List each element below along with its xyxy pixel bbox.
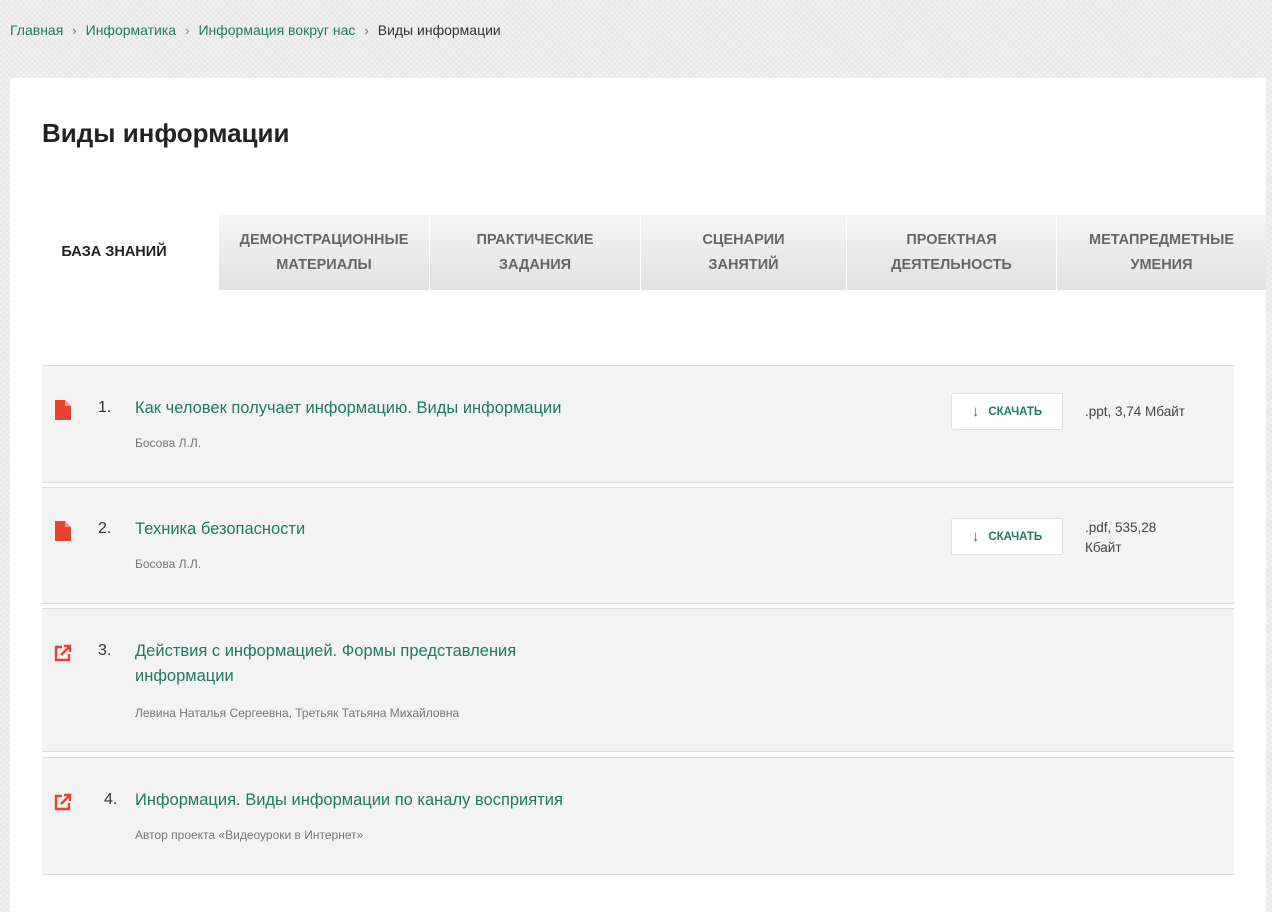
item-title-link[interactable]: Действия с информацией. Формы представле… [135,639,595,689]
tab-label: СЦЕНАРИИ ЗАНЯТИЙ [702,231,785,273]
item-title-link[interactable]: Как человек получает информацию. Виды ин… [135,396,595,421]
list-item: 4. Информация. Виды информации по каналу… [42,757,1234,875]
tab-label: МЕТАПРЕДМЕТНЫЕ УМЕНИЯ [1088,231,1234,273]
tab-label: ПРАКТИЧЕСКИЕ ЗАДАНИЯ [476,231,594,273]
item-author: Левина Наталья Сергеевна, Третьяк Татьян… [135,706,460,720]
external-link-icon [54,644,72,662]
arrow-down-icon: ↓ [971,528,980,545]
download-button[interactable]: ↓ СКАЧАТЬ [951,393,1063,430]
breadcrumb: Главная › Информатика › Информация вокру… [10,22,501,38]
file-icon [55,521,71,541]
item-title-link[interactable]: Техника безопасности [135,517,595,542]
item-number: 3. [98,642,112,659]
tab-knowledge-base[interactable]: БАЗА ЗНАНИЙ [10,215,218,290]
tab-bar: БАЗА ЗНАНИЙ ДЕМОНСТРАЦИОННЫЕ МАТЕРИАЛЫ П… [10,215,1266,290]
list-item: 1. Как человек получает информацию. Виды… [42,365,1234,483]
breadcrumb-separator: › [185,22,190,38]
item-number: 4. [104,791,118,808]
tab-label: ПРОЕКТНАЯ ДЕЯТЕЛЬНОСТЬ [891,231,1012,273]
tab-practical-tasks[interactable]: ПРАКТИЧЕСКИЕ ЗАДАНИЯ [429,215,640,290]
item-number: 2. [98,520,112,537]
item-title-link[interactable]: Информация. Виды информации по каналу во… [135,788,695,813]
tab-lesson-scenarios[interactable]: СЦЕНАРИИ ЗАНЯТИЙ [640,215,846,290]
file-icon [55,400,71,420]
item-author: Босова Л.Л. [135,436,202,450]
tab-label: ДЕМОНСТРАЦИОННЫЕ МАТЕРИАЛЫ [239,231,409,273]
content-card: Виды информации БАЗА ЗНАНИЙ ДЕМОНСТРАЦИО… [10,78,1266,912]
tab-demo-materials[interactable]: ДЕМОНСТРАЦИОННЫЕ МАТЕРИАЛЫ [218,215,429,290]
external-link-icon [54,793,72,811]
breadcrumb-link-home[interactable]: Главная [10,22,63,38]
breadcrumb-link-informatics[interactable]: Информатика [86,22,176,38]
breadcrumb-separator: › [72,22,77,38]
download-label: СКАЧАТЬ [988,530,1043,543]
download-label: СКАЧАТЬ [988,405,1043,418]
breadcrumb-separator: › [364,22,369,38]
item-author: Босова Л.Л. [135,557,202,571]
tab-project-activity[interactable]: ПРОЕКТНАЯ ДЕЯТЕЛЬНОСТЬ [846,215,1056,290]
breadcrumb-current: Виды информации [377,22,501,38]
item-number: 1. [98,399,112,416]
arrow-down-icon: ↓ [971,403,980,420]
tab-meta-skills[interactable]: МЕТАПРЕДМЕТНЫЕ УМЕНИЯ [1056,215,1266,290]
breadcrumb-link-info-around[interactable]: Информация вокруг нас [198,22,355,38]
download-button[interactable]: ↓ СКАЧАТЬ [951,518,1063,555]
list-item: 3. Действия с информацией. Формы предста… [42,608,1234,752]
page-title: Виды информации [42,118,290,148]
file-info: .pdf, 535,28 Кбайт [1085,520,1157,555]
item-author: Автор проекта «Видеоуроки в Интернет» [135,828,364,842]
tab-label: БАЗА ЗНАНИЙ [61,244,167,260]
file-info: .ppt, 3,74 Мбайт [1085,404,1185,419]
list-item: 2. Техника безопасности Босова Л.Л. ↓ СК… [42,487,1234,604]
